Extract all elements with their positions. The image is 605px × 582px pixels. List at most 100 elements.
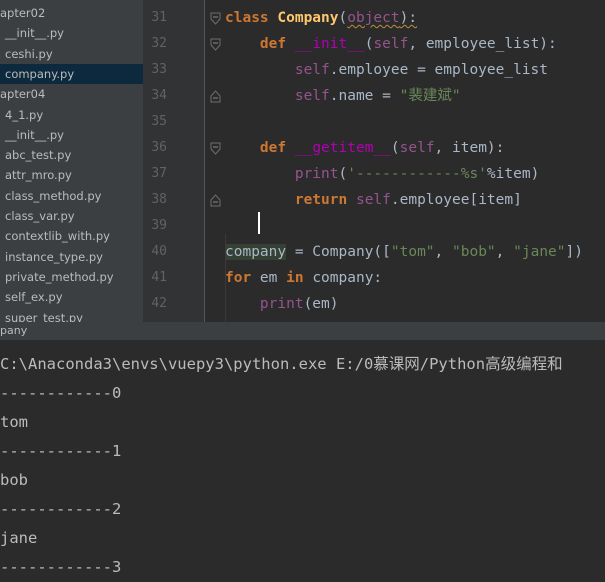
line-number-gutter: 31 32 33 34 35 36 37 38 39 40 41 42 — [143, 0, 221, 322]
tree-item-label: 4_1.py — [5, 107, 44, 122]
tree-item-label: ceshi.py — [5, 46, 53, 61]
console-output-line: ------------0 — [0, 384, 122, 402]
tree-item-label: apter04 — [0, 87, 46, 102]
code-token: def — [259, 36, 287, 52]
code-token: ( — [390, 140, 400, 156]
code-token: company — [225, 244, 287, 260]
line-number: 35 — [151, 114, 167, 129]
run-console[interactable]: C:\Anaconda3\envs\vuepy3\python.exe E:/0… — [0, 340, 605, 582]
console-command-line: C:\Anaconda3\envs\vuepy3\python.exe E:/0… — [0, 355, 563, 373]
fold-open-icon[interactable] — [210, 142, 221, 155]
tree-file[interactable]: class_method.py — [0, 186, 143, 206]
code-token: return — [294, 192, 348, 208]
code-line[interactable]: print(em) — [225, 291, 339, 317]
tree-file[interactable]: 4_1.py — [0, 105, 143, 125]
tree-folder[interactable]: apter02 — [0, 3, 143, 23]
tree-file[interactable]: __init__.py — [0, 125, 143, 145]
code-token: .employee = employee_list — [329, 62, 549, 78]
project-tree[interactable]: apter02 __init__.py ceshi.py company.py apte… — [0, 0, 143, 322]
fold-close-icon[interactable] — [210, 194, 221, 207]
fold-open-icon[interactable] — [210, 38, 221, 51]
tree-file[interactable]: abc_test.py — [0, 145, 143, 165]
tree-file[interactable]: contextlib_with.py — [0, 226, 143, 246]
code-line[interactable]: for em in company: — [225, 265, 382, 291]
run-tab-label[interactable]: pany — [0, 322, 27, 340]
code-line[interactable]: self.employee = employee_list — [225, 57, 548, 83]
code-token: ): — [399, 10, 418, 26]
line-number: 40 — [151, 244, 167, 259]
tree-file[interactable]: self_ex.py — [0, 287, 143, 307]
code-token: Company — [277, 10, 339, 26]
tree-file[interactable]: private_method.py — [0, 267, 143, 287]
fold-close-icon[interactable] — [210, 90, 221, 103]
console-output-line: tom — [0, 413, 28, 431]
tree-file[interactable]: class_var.py — [0, 206, 143, 226]
line-number: 33 — [151, 62, 167, 77]
text-cursor — [258, 212, 260, 234]
line-number: 31 — [151, 10, 167, 25]
code-token: ( — [338, 166, 348, 182]
line-number: 38 — [151, 192, 167, 207]
code-token: "裴建斌" — [399, 88, 461, 104]
run-tab-bar[interactable]: pany — [0, 322, 605, 340]
tree-file[interactable]: super_test.py — [0, 308, 143, 323]
code-token: %item) — [486, 166, 540, 182]
tree-item-label: apter02 — [0, 6, 46, 20]
code-token: company: — [303, 270, 383, 286]
tree-file[interactable]: ceshi.py — [0, 44, 143, 64]
code-token: "bob" — [452, 244, 496, 260]
line-number: 42 — [151, 296, 167, 311]
console-output-line: bob — [0, 471, 28, 489]
tree-item-label: contextlib_with.py — [5, 229, 110, 244]
tree-file[interactable]: company.py — [0, 63, 143, 84]
tree-item-label: super_test.py — [5, 310, 83, 323]
console-output-line: jane — [0, 529, 38, 547]
tree-item-label: __init__.py — [5, 127, 64, 142]
console-output-line: ------------3 — [0, 558, 122, 576]
tree-file[interactable]: instance_type.py — [0, 247, 143, 267]
code-token: (em) — [303, 296, 339, 312]
code-line[interactable]: print('------------%s'%item) — [225, 161, 539, 187]
code-token: = Company([ — [286, 244, 391, 260]
line-number: 41 — [151, 270, 167, 285]
tree-item-label: self_ex.py — [5, 290, 63, 305]
code-token: "jane" — [513, 244, 566, 260]
tree-item-label: instance_type.py — [5, 249, 103, 264]
code-token: "tom" — [390, 244, 435, 260]
code-line[interactable]: def __init__(self, employee_list): — [225, 31, 557, 57]
code-token: self — [373, 36, 409, 52]
code-token: print — [294, 166, 339, 182]
indent-guide — [225, 234, 226, 322]
code-line[interactable]: company = Company(["tom", "bob", "jane"]… — [225, 239, 583, 265]
tree-item-label: class_var.py — [5, 209, 75, 223]
code-line[interactable]: def __getitem__(self, item): — [225, 135, 504, 161]
tree-file[interactable]: __init__.py — [0, 23, 143, 43]
console-output-line: ------------1 — [0, 442, 122, 460]
tree-folder[interactable]: apter04 — [0, 84, 143, 104]
line-number: 36 — [151, 140, 167, 155]
tree-file[interactable]: attr_mro.py — [0, 165, 143, 185]
line-number: 34 — [151, 88, 167, 103]
fold-open-icon[interactable] — [210, 12, 221, 25]
code-line[interactable]: self.name = "裴建斌" — [225, 83, 461, 109]
code-token: def — [259, 140, 287, 156]
code-line[interactable]: return self.employee[item] — [225, 187, 522, 213]
code-token: , item): — [434, 140, 505, 156]
code-token: self — [294, 88, 330, 104]
code-token: .employee[item] — [390, 192, 522, 208]
code-editor[interactable]: 31 32 33 34 35 36 37 38 39 40 41 42 class Company(o… — [143, 0, 605, 322]
code-line[interactable]: class Company(object): — [225, 5, 417, 31]
line-number: 39 — [151, 218, 167, 233]
code-token: , — [495, 244, 514, 260]
code-token: in — [286, 270, 304, 286]
code-token: __getitem__ — [294, 140, 391, 156]
tree-item-label: company.py — [5, 66, 75, 81]
